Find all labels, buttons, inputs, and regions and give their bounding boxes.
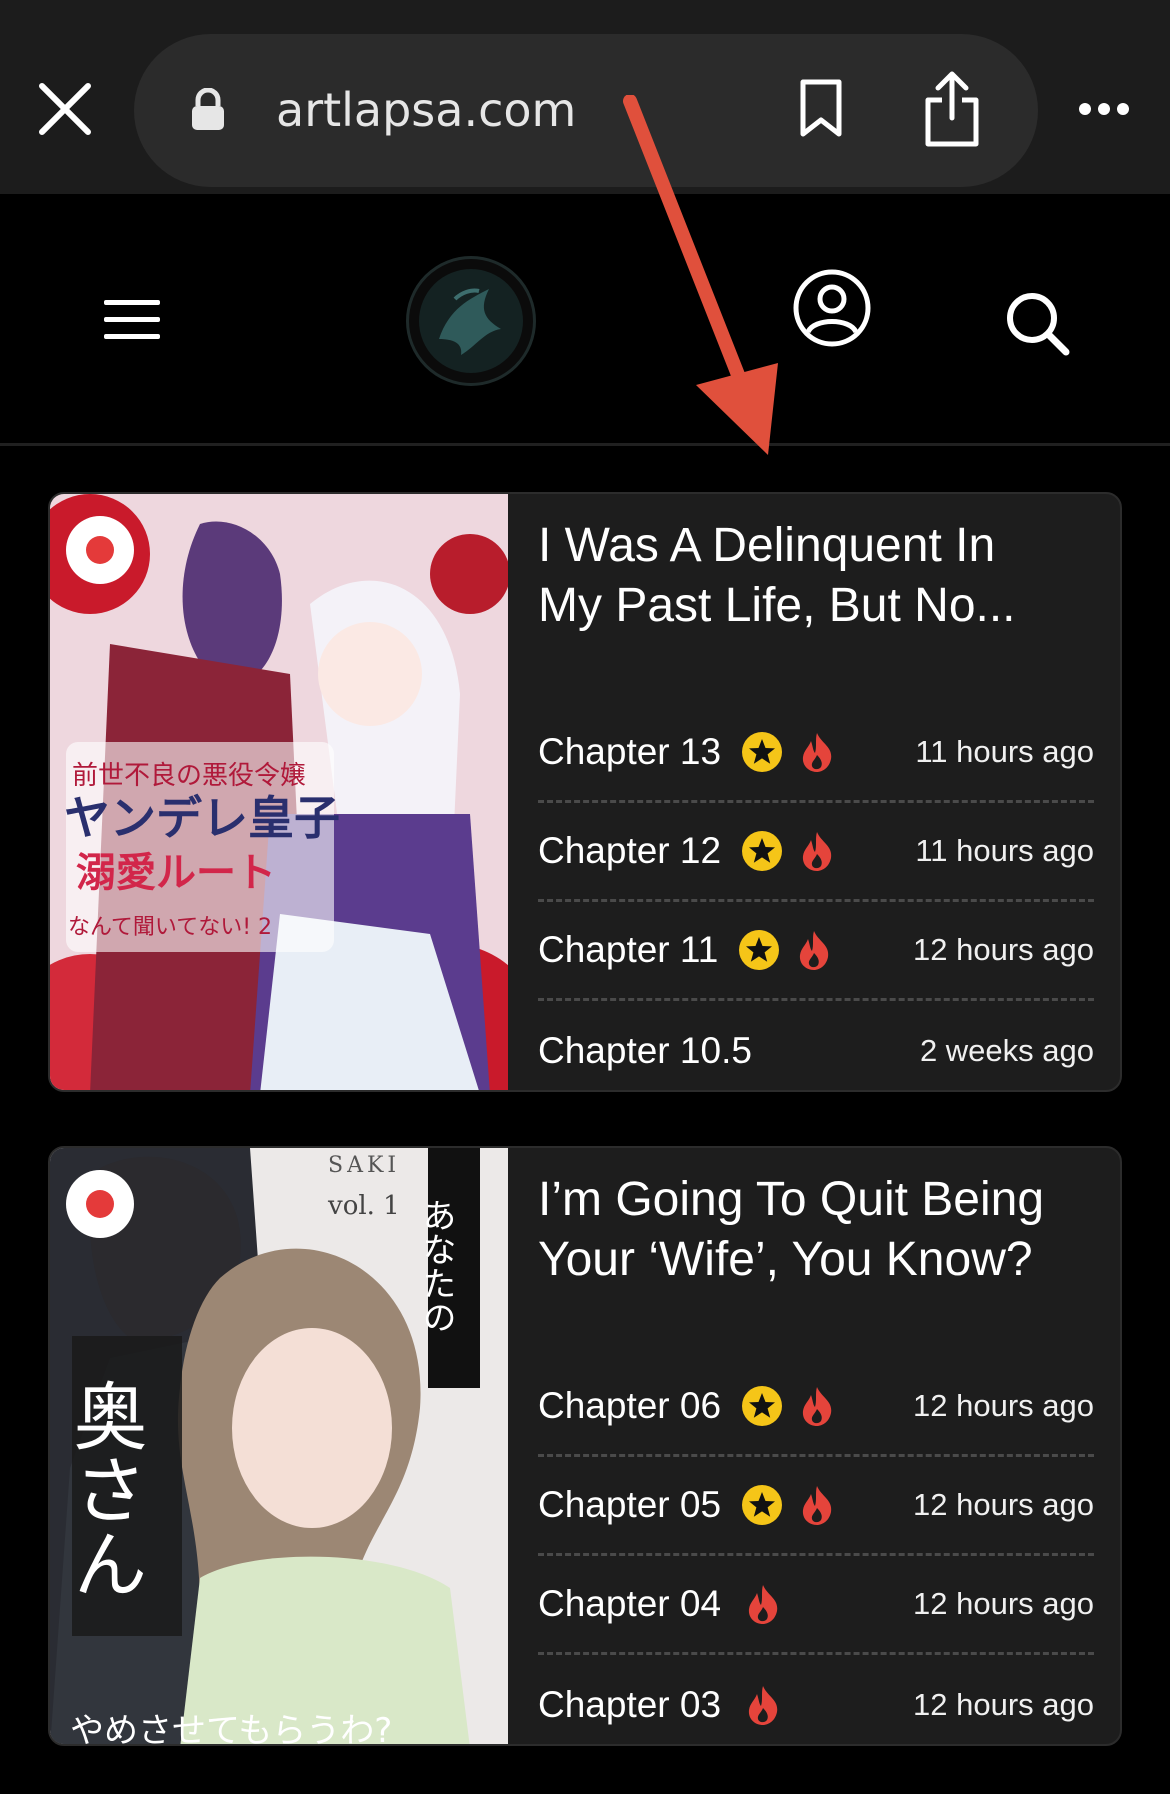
chapter-label[interactable]: Chapter 04 [538,1583,721,1625]
chapter-row[interactable]: Chapter 04 12 hours ago [538,1556,1094,1655]
chapter-list: Chapter 06 12 hours ago Chapter 05 12 ho… [538,1358,1094,1744]
chapter-label[interactable]: Chapter 13 [538,731,721,773]
status-badge [66,516,134,584]
fire-icon [800,931,829,970]
profile-icon[interactable] [792,268,872,348]
chapter-row[interactable]: Chapter 10.5 2 weeks ago [538,1001,1094,1090]
cover-art-icon: 前世不良の悪役令嬢 ヤンデレ皇子 溺愛ルート なんて聞いてない! 2 [50,494,508,1090]
fire-icon [802,832,832,871]
site-header [0,194,1170,446]
fire-icon [802,733,832,772]
lock-icon [192,88,224,130]
chapter-label[interactable]: Chapter 12 [538,830,721,872]
manga-cover[interactable]: 前世不良の悪役令嬢 ヤンデレ皇子 溺愛ルート なんて聞いてない! 2 [50,494,508,1090]
chapter-label[interactable]: Chapter 06 [538,1385,721,1427]
cover-big-title: 奥さん [61,1378,147,1600]
star-icon [742,831,783,871]
fire-icon [802,1486,832,1525]
manga-title[interactable]: I’m Going To Quit Being Your ‘Wife’, You… [538,1170,1098,1290]
bookmark-icon[interactable] [798,78,844,138]
manga-card[interactable]: 前世不良の悪役令嬢 ヤンデレ皇子 溺愛ルート なんて聞いてない! 2 I Was… [48,492,1122,1092]
cover-subtitle: やめさせてもらうわ? [70,1711,392,1746]
chapter-label[interactable]: Chapter 10.5 [538,1030,752,1072]
chapter-time: 12 hours ago [913,932,1094,967]
fire-icon [748,1585,778,1624]
more-icon[interactable] [1078,100,1130,118]
chapter-row[interactable]: Chapter 13 11 hours ago [538,704,1094,803]
chapter-time: 2 weeks ago [919,1032,1094,1068]
browser-toolbar: artlapsa.com [0,0,1170,194]
menu-icon[interactable] [104,300,160,340]
chapter-list: Chapter 13 11 hours ago Chapter 12 11 ho… [538,704,1094,1090]
star-icon [742,1386,783,1426]
share-icon[interactable] [922,70,982,148]
address-bar[interactable] [134,34,1038,187]
star-icon [742,1485,783,1525]
chapter-row[interactable]: Chapter 06 12 hours ago [538,1358,1094,1457]
chapter-label[interactable]: Chapter 05 [538,1484,721,1526]
chapter-time: 12 hours ago [913,1586,1094,1621]
chapter-label[interactable]: Chapter 03 [538,1684,721,1726]
status-badge [66,1170,134,1238]
cover-vertical-title: あなたの [416,1198,456,1334]
chapter-row[interactable]: Chapter 03 12 hours ago [538,1655,1094,1744]
chapter-time: 12 hours ago [913,1686,1094,1722]
cover-title-line4: なんて聞いてない! 2 [68,915,272,940]
star-icon [742,732,783,772]
search-icon[interactable] [1004,290,1070,356]
cover-title-line3: 溺愛ルート [76,850,276,896]
chapter-row[interactable]: Chapter 11 12 hours ago [538,902,1094,1001]
chapter-time: 12 hours ago [913,1388,1094,1423]
manga-cover[interactable]: あなたの 奥さん SAKI vol. 1 やめさせてもらうわ? [50,1148,508,1746]
fire-icon [802,1387,832,1426]
chapter-time: 11 hours ago [915,833,1094,868]
chapter-label[interactable]: Chapter 11 [538,929,718,971]
url-text[interactable]: artlapsa.com [276,80,576,140]
fire-icon [748,1685,778,1725]
cover-title-line2: ヤンデレ皇子 [64,791,340,845]
cover-author: SAKI [328,1153,400,1178]
logo-emblem-icon [419,269,523,373]
cover-volume: vol. 1 [327,1191,400,1221]
chapter-row[interactable]: Chapter 05 12 hours ago [538,1457,1094,1556]
chapter-time: 12 hours ago [913,1487,1094,1522]
manga-title[interactable]: I Was A Delinquent In My Past Life, But … [538,516,1098,636]
close-icon[interactable] [36,80,94,138]
chapter-row[interactable]: Chapter 12 11 hours ago [538,803,1094,902]
star-icon [739,930,780,970]
manga-card[interactable]: あなたの 奥さん SAKI vol. 1 やめさせてもらうわ? I’m Goin… [48,1146,1122,1746]
site-logo[interactable] [406,256,536,386]
cover-art-icon: あなたの 奥さん SAKI vol. 1 やめさせてもらうわ? [50,1148,508,1746]
chapter-time: 11 hours ago [915,734,1094,769]
cover-title-line1: 前世不良の悪役令嬢 [72,761,306,791]
